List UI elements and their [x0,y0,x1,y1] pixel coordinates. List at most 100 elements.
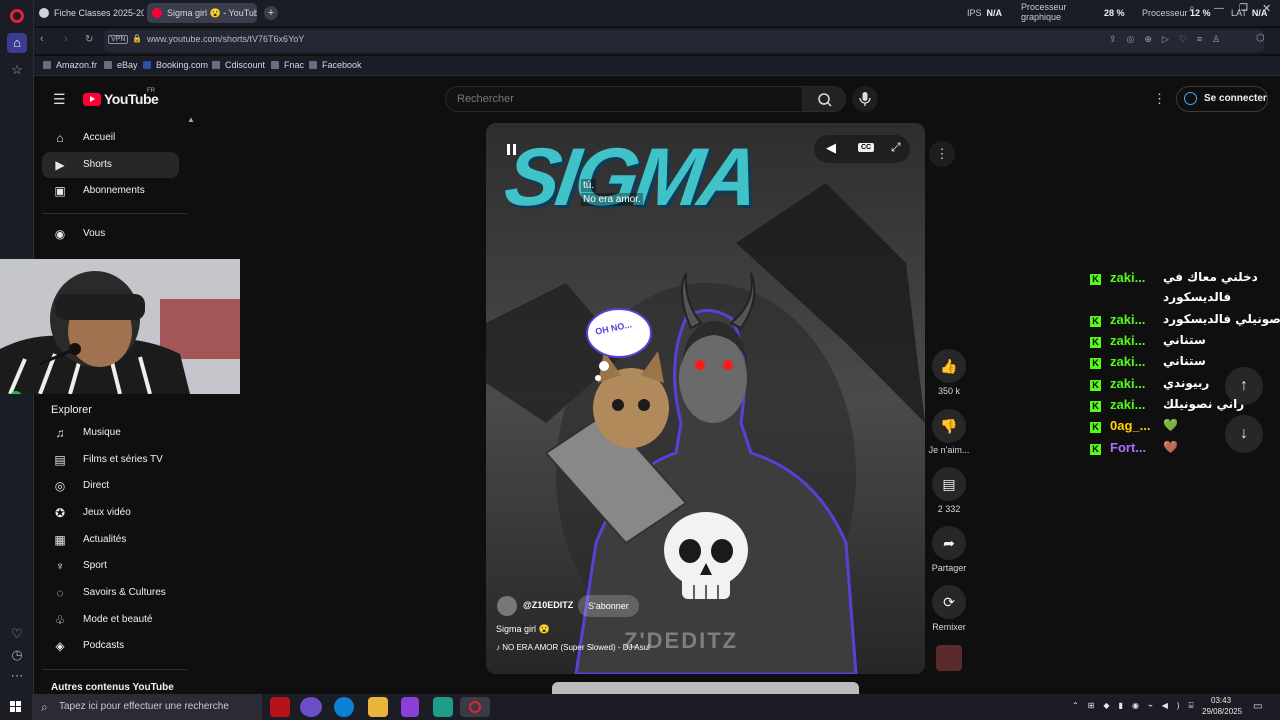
caption-line-2: No era amor. [581,193,643,206]
fullscreen-icon[interactable]: ⤢ [891,140,901,155]
scroll-up-icon[interactable]: ▲ [187,115,195,124]
notifications-icon[interactable]: ▭ [1253,701,1262,712]
webcam-feed [0,259,240,394]
share-label: Partager [931,563,967,573]
home-icon[interactable]: ⌂ [7,33,27,53]
bookmark-cdiscount[interactable]: Cdiscount [212,60,265,70]
pause-icon[interactable] [504,142,520,158]
nav-shorts[interactable]: ▶ Shorts [42,152,179,178]
app-icon-teal[interactable] [433,697,453,717]
lock-icon[interactable]: 🔒 [132,34,142,43]
remix-button[interactable]: ⟳ [932,585,966,619]
tab-fiche-classes[interactable]: Fiche Classes 2025-2026 [34,3,144,23]
news-icon: ▦ [54,533,66,547]
clock-time[interactable]: 03:43 [1211,696,1231,705]
nav-films[interactable]: ▤ Films et séries TV [42,447,179,473]
chat-message: Kzaki... صونيلي فالديسكورد [1090,312,1280,327]
search-button[interactable] [802,86,846,112]
channel-avatar[interactable] [497,596,517,616]
live-icon: ◎ [54,479,66,493]
search-input[interactable]: Rechercher [445,86,803,112]
system-tray-icons[interactable]: ⌃⊞◆▮◉⌁◀)⌸ [1072,701,1202,711]
nav-podcasts[interactable]: ◈ Podcasts [42,633,179,659]
forward-icon[interactable]: › [64,33,68,45]
taskbar-search[interactable]: ⌕ Tapez ici pour effectuer une recherche [32,694,262,720]
like-count: 350 k [937,386,961,396]
nav-sport[interactable]: ♆ Sport [42,553,179,579]
nav-vous[interactable]: ◉ Vous [42,221,179,247]
sport-icon: ♆ [55,559,65,573]
shorts-icon: ▶ [55,158,65,172]
new-tab-button[interactable]: + [264,6,278,20]
webcam-overlay [0,259,240,394]
tab-youtube[interactable]: Sigma girl 😮 - YouTube [147,3,257,23]
bookmark-facebook[interactable]: Facebook [309,60,362,70]
heart-icon[interactable]: ♡ [7,624,27,644]
bookmark-fnac[interactable]: Fnac [271,60,304,70]
toolbar-icons[interactable]: ⇪◎⊕▷♡≡♙ [1109,34,1230,45]
shorts-video-player[interactable]: SIGMA tú. No era amor. OH NO... Z'DEDITZ… [486,123,925,674]
kick-badge-icon: K [1090,401,1101,412]
kick-badge-icon: K [1090,422,1101,433]
share-button[interactable]: ➦ [932,526,966,560]
minimize-icon[interactable]: — [1214,3,1224,14]
star-icon[interactable]: ☆ [7,60,27,80]
nav-abonnements[interactable]: ▣ Abonnements [42,178,179,204]
music-info[interactable]: ♪ NO ERA AMOR (Super Slowed) - DJ Asul [496,643,650,652]
nav-musique[interactable]: ♫ Musique [42,420,179,446]
nav-jeux[interactable]: ✪ Jeux vidéo [42,500,179,526]
back-icon[interactable]: ‹ [40,33,44,45]
more-icon[interactable]: ⋯ [7,666,27,686]
share-icon: ➦ [943,535,955,551]
film-icon: ▤ [54,453,66,467]
reload-icon[interactable]: ↻ [85,34,93,45]
nav-direct[interactable]: ◎ Direct [42,473,179,499]
close-icon[interactable]: ✕ [1262,2,1271,15]
nav-mode[interactable]: ♧ Mode et beauté [42,607,179,633]
like-button[interactable]: 👍 [932,349,966,383]
app-icon-circle[interactable] [300,697,322,717]
app-icon-red[interactable] [270,697,290,717]
windows-start-icon[interactable] [10,701,22,713]
divider [42,669,187,670]
channel-name[interactable]: @Z10EDITZ [523,600,573,610]
bookmark-booking[interactable]: Booking.com [143,60,208,70]
divider [42,213,187,214]
restore-icon[interactable]: ❐ [1239,3,1248,14]
kick-badge-icon: K [1090,358,1101,369]
clock-date[interactable]: 29/08/2025 [1202,707,1242,716]
nav-accueil[interactable]: ⌂ Accueil [42,125,179,151]
you-icon: ◉ [54,227,66,241]
edge-icon[interactable] [334,697,354,717]
file-explorer-icon[interactable] [368,697,388,717]
short-more-icon[interactable]: ⋮ [929,141,955,167]
signin-button[interactable]: Se connecter [1176,86,1268,112]
nav-actualites[interactable]: ▦ Actualités [42,527,179,553]
short-title[interactable]: Sigma girl 😮 [496,624,550,635]
extensions-icon[interactable]: ⬡ [1256,33,1265,44]
opera-logo-icon[interactable] [10,9,24,23]
captions-icon[interactable]: CC [858,143,875,152]
nav-savoirs[interactable]: ◌ Savoirs & Cultures [42,580,179,606]
volume-icon[interactable]: ◀ [826,140,836,156]
app-icon-purple[interactable] [401,697,419,717]
history-icon[interactable]: ◷ [7,645,27,665]
bookmark-amazon[interactable]: Amazon.fr [43,60,97,70]
sound-thumbnail[interactable] [936,645,962,671]
settings-more-icon[interactable]: ⋮ [1153,91,1166,107]
vpn-badge[interactable]: VPN [108,35,129,44]
dislike-button[interactable]: 👎 [932,409,966,443]
opera-taskbar-button[interactable] [460,697,490,717]
thumbs-down-icon: 👎 [940,418,958,434]
fashion-icon: ♧ [54,613,66,627]
comments-button[interactable]: ▤ [932,467,966,501]
voice-search-button[interactable] [852,86,878,112]
tab-title: Fiche Classes 2025-2026 [54,8,144,18]
search-icon[interactable]: ⌕ [1189,3,1195,14]
url-text[interactable]: www.youtube.com/shorts/tV76T6x6YoY [147,34,304,44]
subscribe-button[interactable]: S'abonner [578,595,639,617]
search-icon: ⌕ [41,700,48,714]
bookmark-ebay[interactable]: eBay [104,60,138,70]
next-short-preview[interactable] [552,682,859,694]
thumbs-up-icon: 👍 [940,358,958,374]
